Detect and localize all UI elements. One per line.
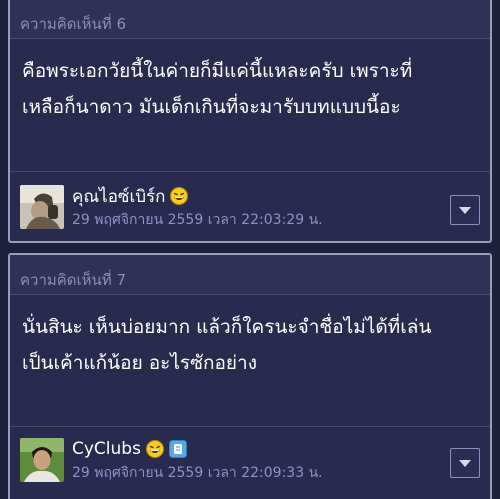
laughing-emoji-icon bbox=[170, 187, 189, 205]
author-name[interactable]: คุณไอซ์เบิร์ก bbox=[72, 183, 165, 210]
comment-text-line: นั่นสินะ เห็นบ่อยมาก แล้วก็ใครนะจำชื่อไม… bbox=[22, 316, 432, 338]
divider bbox=[10, 426, 490, 427]
author-meta: CyClubs 29 พฤศจิกายน 2559 เวลา 22:09:33 … bbox=[72, 438, 323, 484]
author-name[interactable]: CyClubs bbox=[72, 439, 141, 459]
avatar[interactable] bbox=[20, 185, 64, 229]
comment-menu-button[interactable] bbox=[450, 195, 480, 225]
comment-author: คุณไอซ์เบิร์ก 29 พฤศจิกายน 2559 เวลา 22:… bbox=[20, 185, 323, 233]
chevron-down-icon bbox=[459, 460, 471, 467]
comment-body: คือพระเอกวัยนี้ในค่ายก็มีแค่นี้แหละครับ … bbox=[10, 39, 490, 169]
author-meta: คุณไอซ์เบิร์ก 29 พฤศจิกายน 2559 เวลา 22:… bbox=[72, 185, 323, 231]
comment-timestamp: 29 พฤศจิกายน 2559 เวลา 22:03:29 น. bbox=[72, 212, 323, 228]
comment-body: นั่นสินะ เห็นบ่อยมาก แล้วก็ใครนะจำชื่อไม… bbox=[10, 295, 490, 425]
comment-text-line: คือพระเอกวัยนี้ในค่ายก็มีแค่นี้แหละครับ … bbox=[22, 60, 413, 82]
comment-timestamp: 29 พฤศจิกายน 2559 เวลา 22:09:33 น. bbox=[72, 465, 323, 481]
divider bbox=[10, 171, 490, 172]
comment-text-line: เหลือก็นาดาว มันเด็กเกินที่จะมารับบทแบบน… bbox=[22, 96, 401, 118]
avatar[interactable] bbox=[20, 438, 64, 482]
comment-text-line: เป็นเค้าแก้น้อย อะไรซักอย่าง bbox=[22, 352, 258, 374]
chevron-down-icon bbox=[459, 207, 471, 214]
comment-author: CyClubs 29 พฤศจิกายน 2559 เวลา 22:09:33 … bbox=[20, 438, 323, 486]
comment-number: ความคิดเห็นที่ 6 bbox=[10, 0, 490, 39]
comment-menu-button[interactable] bbox=[450, 448, 480, 478]
blogger-badge-icon[interactable] bbox=[168, 440, 187, 458]
comment-number: ความคิดเห็นที่ 7 bbox=[10, 255, 490, 295]
comment-card-6: ความคิดเห็นที่ 6 คือพระเอกวัยนี้ในค่ายก็… bbox=[8, 0, 492, 243]
comment-card-7: ความคิดเห็นที่ 7 นั่นสินะ เห็นบ่อยมาก แล… bbox=[8, 253, 492, 499]
laughing-emoji-icon bbox=[145, 440, 164, 458]
